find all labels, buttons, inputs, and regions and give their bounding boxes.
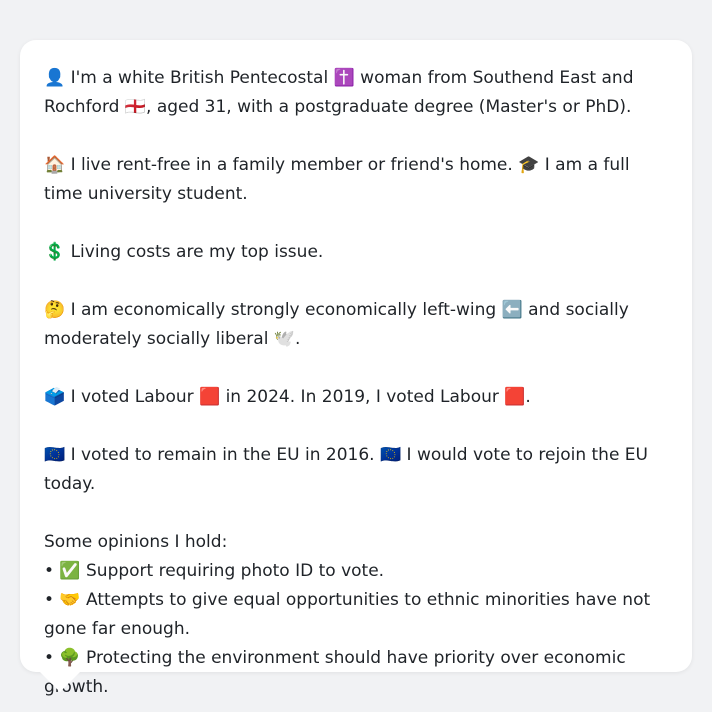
voting-text: 🗳️ I voted Labour 🟥 in 2024. In 2019, I … <box>44 387 531 407</box>
message-bubble: 👤 I'm a white British Pentecostal ✝️ wom… <box>20 40 692 697</box>
opinion-item: • 🌳 Protecting the environment should ha… <box>44 648 626 697</box>
top-issue-text: 💲 Living costs are my top issue. <box>44 242 324 262</box>
ideology-text: 🤔 I am economically strongly economicall… <box>44 300 629 349</box>
opinion-item: • ✅ Support requiring photo ID to vote. <box>44 561 385 581</box>
opinions-block: Some opinions I hold: • ✅ Support requir… <box>44 528 672 702</box>
identity-text: 👤 I'm a white British Pentecostal ✝️ wom… <box>44 68 634 117</box>
opinion-item: • 🤝 Attempts to give equal opportunities… <box>44 590 651 639</box>
opinions-heading: Some opinions I hold: <box>44 532 228 552</box>
bubble-tail <box>40 672 80 692</box>
eu-text: 🇪🇺 I voted to remain in the EU in 2016. … <box>44 445 648 494</box>
living-text: 🏠 I live rent-free in a family member or… <box>44 155 630 204</box>
